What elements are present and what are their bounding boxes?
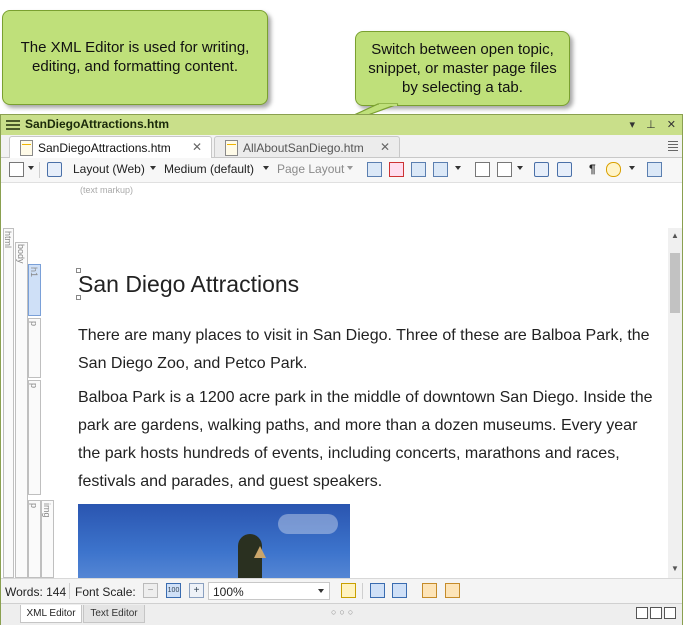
- vertical-ruler-button[interactable]: [445, 583, 460, 598]
- chevron-down-icon[interactable]: [28, 166, 34, 170]
- chevron-down-icon[interactable]: [517, 166, 523, 170]
- structure-label-body: body: [16, 244, 26, 264]
- show-paragraph-marks-icon[interactable]: ¶: [589, 162, 596, 178]
- insert-variable-icon[interactable]: [497, 162, 512, 177]
- dropdown-arrow-icon[interactable]: ▾: [630, 119, 636, 131]
- close-tab-icon[interactable]: ✕: [380, 140, 390, 154]
- chevron-down-icon[interactable]: [455, 166, 461, 170]
- layout-select[interactable]: Layout (Web): [73, 162, 145, 178]
- xml-editor-window: SanDiegoAttractions.htm ▾ ⊥ ✕ SanDiegoAt…: [0, 114, 683, 625]
- close-tab-icon[interactable]: ✕: [192, 140, 202, 154]
- font-scale-reset-button[interactable]: 100: [166, 583, 181, 598]
- tab-allaboutsandiego[interactable]: AllAboutSanDiego.htm ✕: [214, 136, 400, 157]
- markup-label: (text markup): [80, 185, 134, 195]
- structure-bar-body[interactable]: [15, 242, 28, 578]
- status-bar: Words: 144 Font Scale: − 100 + 100%: [1, 578, 682, 604]
- editor-mode-tabs: XML Editor Text Editor ○○○: [1, 603, 682, 625]
- structure-label-html: html: [3, 231, 13, 249]
- tab-label: Text Editor: [90, 608, 138, 619]
- horizontal-ruler-button[interactable]: [422, 583, 437, 598]
- document-icon: [225, 140, 238, 156]
- document-paragraph[interactable]: There are many places to visit in San Di…: [78, 322, 658, 378]
- window-titlebar: SanDiegoAttractions.htm ▾ ⊥ ✕: [1, 115, 682, 136]
- tab-label: AllAboutSanDiego.htm: [243, 141, 364, 155]
- scroll-down-icon[interactable]: ▼: [671, 564, 679, 573]
- font-scale-increase-button[interactable]: +: [189, 583, 204, 598]
- structure-label-p: p: [29, 321, 39, 327]
- status-divider: [69, 583, 70, 599]
- pin-icon[interactable]: ⊥: [646, 119, 656, 131]
- splitter-grip[interactable]: ○○○: [331, 607, 356, 617]
- options-icon[interactable]: [647, 162, 662, 177]
- show-tracked-changes-button[interactable]: [341, 583, 356, 598]
- document-icon: [20, 140, 33, 156]
- chevron-down-icon[interactable]: [150, 166, 156, 170]
- insert-snippet-icon[interactable]: [475, 162, 490, 177]
- split-view-controls: [634, 607, 676, 622]
- medium-select[interactable]: Medium (default): [164, 162, 254, 178]
- structure-label-p: p: [29, 383, 39, 389]
- view-icon[interactable]: [606, 162, 621, 177]
- image-cloud: [278, 514, 338, 534]
- document-tabs: SanDiegoAttractions.htm ✕ AllAboutSanDie…: [1, 135, 682, 158]
- show-span-bars-button[interactable]: [392, 583, 407, 598]
- tab-text-editor[interactable]: Text Editor: [83, 605, 145, 623]
- structure-label-h1: h1: [29, 267, 39, 278]
- tab-xml-editor[interactable]: XML Editor: [20, 605, 82, 623]
- insert-object-icon[interactable]: [433, 162, 448, 177]
- zoom-value: 100%: [213, 585, 244, 599]
- structure-bar-p2[interactable]: [28, 380, 41, 495]
- structure-bars: html body h1 p p p img: [1, 198, 67, 578]
- document-content[interactable]: San Diego Attractions There are many pla…: [67, 228, 668, 578]
- tab-sandiegoattractions[interactable]: SanDiegoAttractions.htm ✕: [9, 136, 212, 158]
- single-view-icon[interactable]: [664, 607, 676, 619]
- zoom-select[interactable]: 100%: [208, 582, 330, 600]
- show-structure-bars-button[interactable]: [370, 583, 385, 598]
- document-heading[interactable]: San Diego Attractions: [78, 271, 299, 298]
- document-paragraph[interactable]: Balboa Park is a 1200 acre park in the m…: [78, 384, 658, 496]
- tab-list-menu-icon[interactable]: [668, 139, 678, 151]
- font-scale-label: Font Scale:: [75, 585, 136, 599]
- document-image[interactable]: [78, 504, 350, 578]
- tab-label: XML Editor: [26, 608, 76, 619]
- toolbar-divider: [39, 162, 40, 178]
- split-horizontal-icon[interactable]: [636, 607, 648, 619]
- callout-tabs-text: Switch between open topic, snippet, or m…: [368, 41, 557, 96]
- preview-icon[interactable]: [9, 162, 24, 177]
- chevron-down-icon[interactable]: [318, 589, 324, 593]
- scroll-up-icon[interactable]: ▲: [671, 231, 679, 240]
- status-divider: [362, 583, 363, 599]
- close-icon[interactable]: ✕: [667, 119, 676, 131]
- structure-bar-p1[interactable]: [28, 318, 41, 378]
- insert-image-icon[interactable]: [411, 162, 426, 177]
- word-count: Words: 144: [5, 585, 67, 599]
- structure-label-p: p: [29, 503, 39, 509]
- split-vertical-icon[interactable]: [650, 607, 662, 619]
- structure-label-img: img: [42, 503, 52, 518]
- chevron-down-icon[interactable]: [629, 166, 635, 170]
- scrollbar-thumb[interactable]: [670, 253, 680, 313]
- structure-bar-p3[interactable]: [28, 500, 41, 578]
- page-layout-select[interactable]: Page Layout: [277, 162, 344, 178]
- structure-bar-html[interactable]: [3, 228, 14, 578]
- window-menu-icon[interactable]: [6, 118, 20, 132]
- toggle-markers-icon[interactable]: [534, 162, 549, 177]
- toggle-tags-icon[interactable]: [557, 162, 572, 177]
- callout-xml-editor: The XML Editor is used for writing, edit…: [2, 10, 268, 105]
- window-title: SanDiegoAttractions.htm: [25, 117, 170, 131]
- image-dome: [254, 546, 266, 558]
- insert-table-icon[interactable]: [367, 162, 382, 177]
- conditions-icon[interactable]: [47, 162, 62, 177]
- callout-xml-editor-text: The XML Editor is used for writing, edit…: [20, 39, 250, 75]
- tab-label: SanDiegoAttractions.htm: [38, 141, 171, 155]
- chevron-down-icon[interactable]: [347, 166, 353, 170]
- chevron-down-icon[interactable]: [263, 166, 269, 170]
- vertical-scrollbar[interactable]: ▲ ▼: [668, 228, 682, 578]
- callout-tabs: Switch between open topic, snippet, or m…: [355, 31, 570, 106]
- insert-link-icon[interactable]: [389, 162, 404, 177]
- editor-toolbar: Layout (Web) Medium (default) Page Layou…: [1, 158, 682, 183]
- font-scale-decrease-button[interactable]: −: [143, 583, 158, 598]
